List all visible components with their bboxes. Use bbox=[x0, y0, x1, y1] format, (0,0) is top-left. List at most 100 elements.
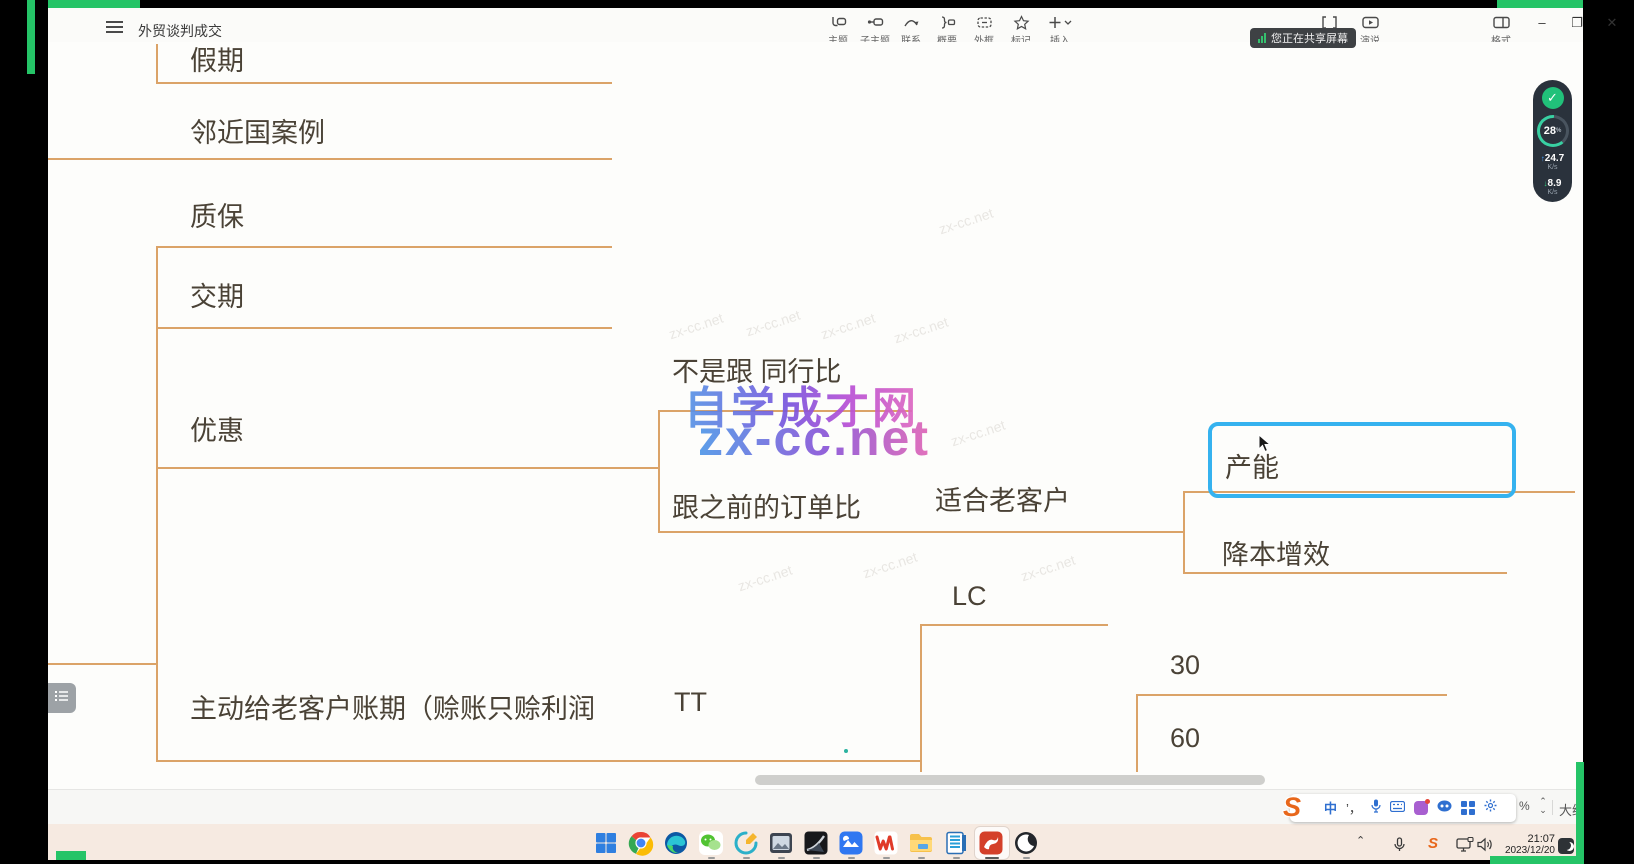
download-speed: ↓8.9 K/s bbox=[1544, 177, 1562, 197]
upload-speed: ↑24.7 K/s bbox=[1541, 152, 1564, 172]
xmind-icon[interactable] bbox=[978, 830, 1004, 856]
running-indicator bbox=[953, 857, 960, 859]
windows-start-icon[interactable] bbox=[593, 830, 619, 856]
watermark-site-url: zx-cc.net bbox=[698, 409, 930, 467]
percent-unit: % bbox=[1556, 128, 1561, 134]
branch-line bbox=[48, 663, 158, 665]
snip-dark-icon[interactable] bbox=[803, 830, 829, 856]
node-60[interactable]: 60 bbox=[1170, 723, 1200, 754]
branch-line bbox=[1183, 491, 1185, 574]
chrome-icon[interactable] bbox=[628, 830, 654, 856]
branch-line bbox=[1136, 694, 1447, 696]
horizontal-scrollbar-thumb[interactable] bbox=[755, 775, 1265, 785]
ime-lang-indicator[interactable]: 中 bbox=[1324, 802, 1337, 815]
node-shihe-laokehu[interactable]: 适合老客户 bbox=[935, 479, 1070, 518]
branch-line bbox=[1136, 694, 1138, 772]
focus-moon-tray-icon[interactable] bbox=[1558, 838, 1574, 854]
watermark-tile: zx-cc.net bbox=[892, 314, 950, 347]
share-border-bottom-right bbox=[1490, 856, 1584, 864]
watermark-tile: zx-cc.net bbox=[744, 307, 802, 340]
node-jiangben-zengxiao[interactable]: 降本增效 bbox=[1222, 533, 1330, 572]
taskbar-clock[interactable]: 21:07 2023/12/20 bbox=[1495, 833, 1555, 856]
restore-button[interactable]: ❐ bbox=[1563, 12, 1591, 34]
branch-line bbox=[156, 327, 612, 329]
edge-icon[interactable] bbox=[663, 830, 689, 856]
clock-time: 21:07 bbox=[1495, 833, 1555, 845]
branch-line bbox=[156, 246, 158, 762]
cpu-percent-ring: 28% bbox=[1537, 115, 1569, 147]
ime-punctuation-icon[interactable]: ’， bbox=[1346, 802, 1362, 815]
document-title: 外贸谈判成交 bbox=[138, 21, 222, 41]
running-indicator bbox=[883, 857, 890, 859]
ime-assistant-icon[interactable] bbox=[1437, 799, 1452, 817]
wps-office-icon[interactable] bbox=[873, 830, 899, 856]
running-indicator bbox=[1023, 857, 1030, 859]
hamburger-menu-icon[interactable] bbox=[106, 21, 123, 34]
plus-icon bbox=[1038, 15, 1082, 30]
node-lc[interactable]: LC bbox=[952, 581, 987, 612]
cloud-drive-icon[interactable] bbox=[838, 830, 864, 856]
share-border-top-left bbox=[48, 0, 140, 8]
star-icon bbox=[999, 15, 1043, 30]
watermark-tile: zx-cc.net bbox=[949, 417, 1007, 450]
node-genzhiqian-dingdanbi[interactable]: 跟之前的订单比 bbox=[672, 486, 861, 525]
zoom-percent: % bbox=[1519, 799, 1530, 813]
node-zhibao[interactable]: 质保 bbox=[190, 195, 244, 234]
file-explorer-icon[interactable] bbox=[908, 830, 934, 856]
running-indicator bbox=[848, 857, 855, 859]
share-border-bottom-left bbox=[56, 851, 86, 860]
ime-settings-icon[interactable] bbox=[1484, 799, 1497, 817]
running-indicator bbox=[743, 857, 750, 859]
outline-list-icon bbox=[55, 689, 69, 707]
hidden-icons-chevron[interactable]: ⌃ bbox=[1356, 834, 1365, 847]
play-presentation-icon bbox=[1348, 15, 1392, 30]
sogou-logo-icon[interactable]: S bbox=[1283, 792, 1301, 823]
branch-line bbox=[156, 246, 612, 248]
node-jiaoqi[interactable]: 交期 bbox=[190, 275, 244, 314]
stray-mark bbox=[844, 749, 848, 753]
photos-icon[interactable] bbox=[768, 830, 794, 856]
node-youhui[interactable]: 优惠 bbox=[190, 409, 244, 448]
node-tt[interactable]: TT bbox=[674, 687, 707, 718]
branch-line bbox=[1183, 572, 1507, 574]
watermark-tile: zx-cc.net bbox=[667, 310, 725, 343]
ime-mascot-icon[interactable] bbox=[1414, 801, 1428, 815]
zoom-stepper[interactable]: ⌃⌄ bbox=[1536, 797, 1550, 817]
branch-line bbox=[156, 82, 612, 84]
running-indicator bbox=[813, 857, 820, 859]
volume-icon[interactable] bbox=[1477, 837, 1493, 857]
node-30[interactable]: 30 bbox=[1170, 650, 1200, 681]
close-button[interactable]: ✕ bbox=[1598, 12, 1626, 34]
node-selection-box bbox=[1208, 422, 1516, 498]
night-mode-icon[interactable] bbox=[1013, 830, 1039, 856]
node-jiaqi[interactable]: 假期 bbox=[190, 39, 244, 78]
cast-display-icon[interactable] bbox=[1456, 837, 1474, 858]
sogou-tray-icon[interactable]: S bbox=[1428, 835, 1438, 852]
ime-keyboard-icon[interactable] bbox=[1390, 799, 1405, 817]
ime-mic-icon[interactable] bbox=[1371, 799, 1381, 818]
ime-toolbar[interactable]: 中 ’， bbox=[1290, 794, 1516, 822]
notebook-icon[interactable] bbox=[943, 830, 969, 856]
node-zhudong-zhangqi[interactable]: 主动给老客户账期（赊账只赊利润 bbox=[190, 687, 595, 726]
node-linjinguo[interactable]: 邻近国案例 bbox=[190, 111, 325, 150]
share-border-left bbox=[27, 0, 35, 74]
active-running-indicator bbox=[985, 857, 999, 859]
watermark-tile: zx-cc.net bbox=[736, 562, 794, 595]
branch-line bbox=[48, 158, 612, 160]
statusbar-divider bbox=[1552, 800, 1553, 815]
mouse-cursor bbox=[1258, 434, 1272, 459]
minimize-button[interactable]: – bbox=[1528, 12, 1556, 34]
voice-tray-icon[interactable] bbox=[1392, 837, 1407, 857]
share-banner-text: 您正在共享屏幕 bbox=[1271, 30, 1348, 46]
net-monitor-widget[interactable]: ✓ 28% ↑24.7 K/s ↓8.9 K/s bbox=[1533, 80, 1572, 202]
branch-line bbox=[920, 624, 922, 772]
outline-panel-button[interactable] bbox=[48, 683, 76, 713]
watermark-tile: zx-cc.net bbox=[937, 205, 995, 238]
signal-bars-icon bbox=[1258, 33, 1266, 43]
running-indicator bbox=[918, 857, 925, 859]
branch-line bbox=[156, 44, 158, 84]
pin-tool-icon[interactable] bbox=[733, 830, 759, 856]
ime-apps-grid-icon[interactable] bbox=[1461, 801, 1475, 815]
screen-sharing-banner: 您正在共享屏幕 bbox=[1250, 28, 1356, 48]
wechat-icon[interactable] bbox=[698, 830, 724, 856]
